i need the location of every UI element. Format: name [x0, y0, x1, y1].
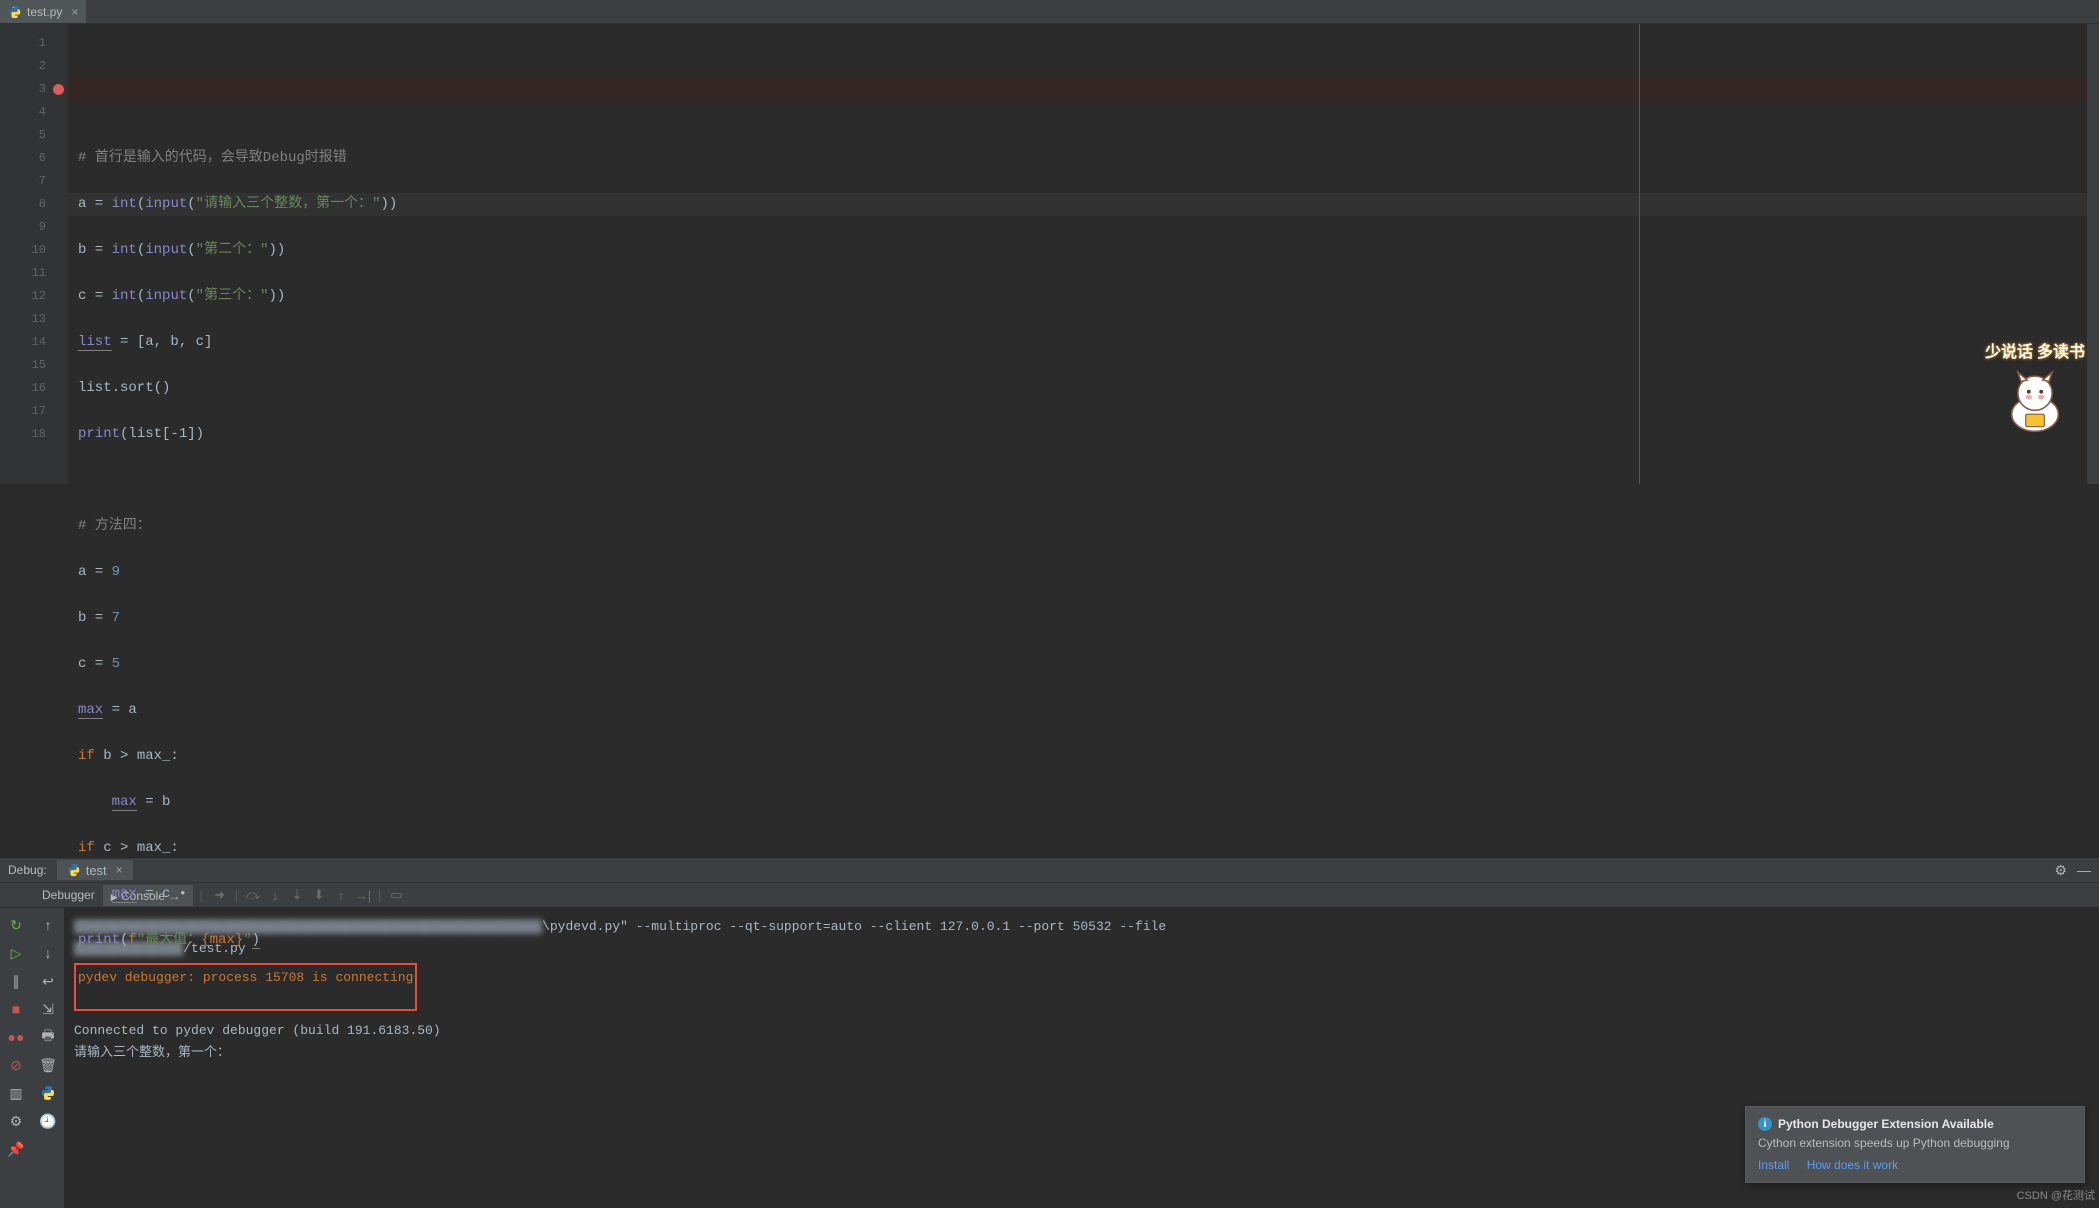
line-number[interactable]: 2	[0, 55, 68, 78]
code-token: =	[86, 196, 111, 212]
code-token: c > max_:	[103, 840, 179, 856]
csdn-watermark: CSDN @花测试	[2017, 1187, 2095, 1203]
layout-icon[interactable]: ▥	[5, 1082, 27, 1104]
code-token: "第二个："	[196, 242, 269, 258]
notification-body: Cython extension speeds up Python debugg…	[1758, 1136, 2072, 1150]
line-number[interactable]: 6	[0, 147, 68, 170]
code-token: 9	[112, 564, 120, 580]
notification-title: Python Debugger Extension Available	[1778, 1117, 1994, 1131]
code-token: list.sort()	[78, 380, 170, 396]
console-prompt: 请输入三个整数，第一个：	[74, 1042, 2089, 1064]
line-number[interactable]: 3	[0, 78, 68, 101]
rerun-icon[interactable]: ↻	[5, 914, 27, 936]
code-token: max	[112, 794, 137, 811]
close-tab-icon[interactable]: ×	[67, 5, 78, 19]
notification-popup: i Python Debugger Extension Available Cy…	[1745, 1106, 2085, 1183]
code-token: if	[78, 840, 103, 856]
stop-icon[interactable]: ■	[5, 998, 27, 1020]
code-token: int	[112, 288, 137, 304]
code-token: "请输入三个整数，第一个："	[196, 196, 381, 212]
code-token: = b	[137, 794, 171, 810]
pause-icon[interactable]: ∥	[5, 970, 27, 992]
code-token: # 首行是输入的代码，会导致Debug时报错	[78, 150, 347, 166]
info-icon: i	[1758, 1117, 1772, 1131]
gutter[interactable]: 1 2 3 4 5 6 7 8 9 10 11 12 13 14 15 16 1…	[0, 24, 68, 484]
line-number[interactable]: 12	[0, 285, 68, 308]
console-action-bar: ↑ ↓ ↩ ⇲ 🖶 🗑 🕘	[32, 908, 64, 1208]
code-token: "最大值：	[137, 932, 201, 948]
code-token: input	[145, 242, 187, 258]
code-token: c =	[78, 656, 112, 672]
code-token: print	[78, 932, 120, 948]
code-token: b	[78, 242, 86, 258]
code-token: input	[145, 288, 187, 304]
settings-icon[interactable]: ⚙	[5, 1110, 27, 1132]
soft-wrap-icon[interactable]: ↩	[37, 970, 59, 992]
line-number[interactable]: 13	[0, 308, 68, 331]
code-token: print	[78, 426, 120, 442]
line-number[interactable]: 9	[0, 216, 68, 239]
code-token: # 方法四：	[78, 518, 151, 534]
how-it-works-link[interactable]: How does it work	[1807, 1158, 1898, 1172]
code-token: = a	[103, 702, 137, 718]
line-number[interactable]: 5	[0, 124, 68, 147]
code-token: "第三个："	[196, 288, 269, 304]
view-breakpoints-icon[interactable]: ●●	[5, 1026, 27, 1048]
python-console-icon[interactable]	[37, 1082, 59, 1104]
up-stack-icon[interactable]: ↑	[37, 914, 59, 936]
scroll-end-icon[interactable]: ⇲	[37, 998, 59, 1020]
line-number[interactable]: 1	[0, 32, 68, 55]
code-token: 7	[112, 610, 120, 626]
down-stack-icon[interactable]: ↓	[37, 942, 59, 964]
code-token: b > max_:	[103, 748, 179, 764]
debug-label: Debug:	[8, 863, 53, 877]
editor-tab-bar: test.py ×	[0, 0, 2099, 24]
debug-action-bar: ↻ ▷ ∥ ■ ●● ⊘ ▥ ⚙ 📌	[0, 908, 32, 1208]
code-token: {max}	[201, 932, 243, 948]
code-token: = c	[137, 886, 171, 902]
line-number[interactable]: 4	[0, 101, 68, 124]
pin-icon[interactable]: 📌	[5, 1138, 27, 1160]
line-number[interactable]: 15	[0, 354, 68, 377]
file-tab-label: test.py	[27, 5, 62, 19]
code-token: max	[112, 886, 137, 903]
line-number[interactable]: 16	[0, 377, 68, 400]
code-token: "	[243, 932, 251, 948]
code-token: max	[78, 702, 103, 719]
code-token: 5	[112, 656, 120, 672]
code-token: f	[128, 932, 136, 948]
line-number[interactable]: 11	[0, 262, 68, 285]
mute-breakpoints-icon[interactable]: ⊘	[5, 1054, 27, 1076]
code-token: if	[78, 748, 103, 764]
line-number[interactable]: 18	[0, 423, 68, 446]
clear-icon[interactable]: 🗑	[37, 1054, 59, 1076]
breakpoint-icon[interactable]	[53, 84, 64, 95]
code-token: a =	[78, 564, 112, 580]
code-token: c	[78, 288, 86, 304]
code-token: b =	[78, 610, 112, 626]
history-icon[interactable]: 🕘	[37, 1110, 59, 1132]
line-number[interactable]: 8	[0, 193, 68, 216]
console-connected: Connected to pydev debugger (build 191.6…	[74, 1020, 2089, 1042]
code-token: list	[78, 334, 112, 351]
install-link[interactable]: Install	[1758, 1158, 1789, 1172]
python-file-icon	[8, 5, 22, 19]
resume-icon[interactable]: ▷	[5, 942, 27, 964]
line-number[interactable]: 7	[0, 170, 68, 193]
print-icon[interactable]: 🖶	[37, 1026, 59, 1048]
line-number[interactable]: 14	[0, 331, 68, 354]
code-token: int	[112, 242, 137, 258]
code-token: (list[-1])	[120, 426, 204, 442]
line-number[interactable]: 10	[0, 239, 68, 262]
file-tab[interactable]: test.py ×	[0, 0, 86, 23]
code-token: int	[112, 196, 137, 212]
code-token: = [a, b, c]	[112, 334, 213, 350]
code-token: )	[252, 932, 260, 949]
code-token: input	[145, 196, 187, 212]
line-number[interactable]: 17	[0, 400, 68, 423]
code-content: # 首行是输入的代码，会导致Debug时报错 a = int(input("请输…	[78, 124, 2099, 998]
